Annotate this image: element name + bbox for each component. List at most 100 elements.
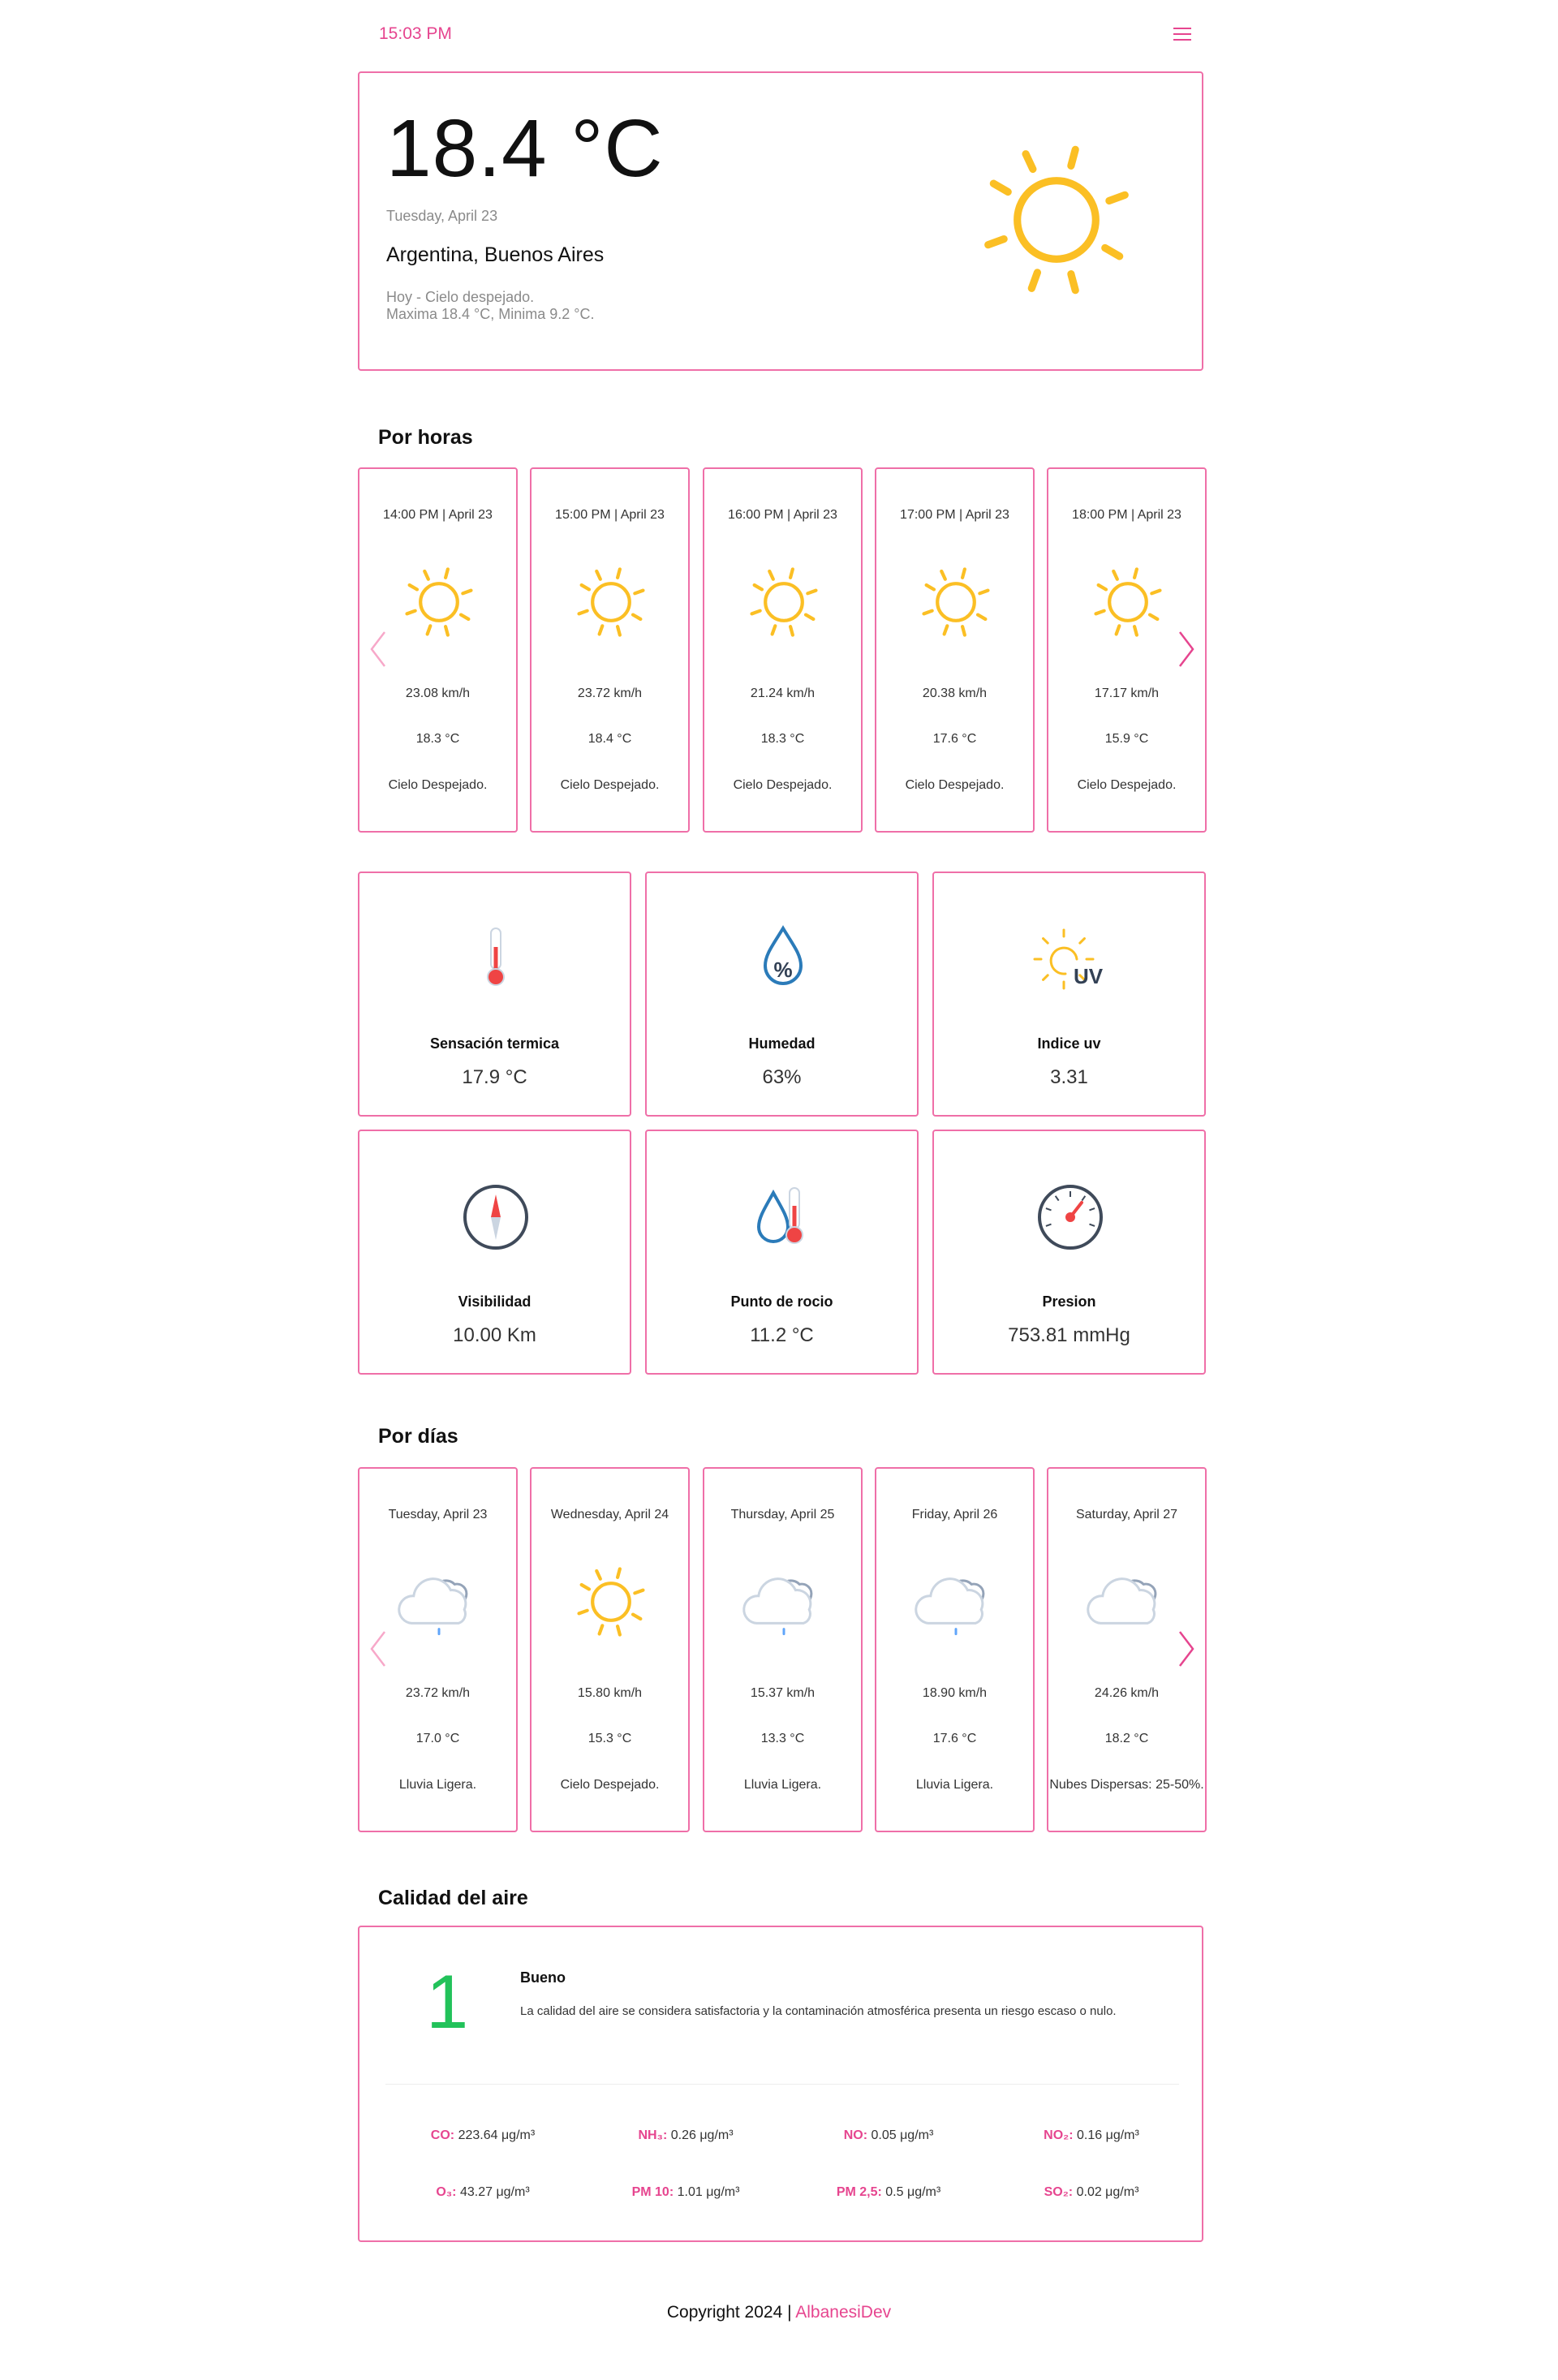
stat-card: Presion 753.81 mmHg [932, 1130, 1206, 1375]
pollutant-value: 223.64 μg/m³ [458, 2128, 536, 2142]
daily-label: Saturday, April 27 [1075, 1508, 1178, 1521]
daily-temp: 18.2 °C [1104, 1732, 1149, 1745]
sun-icon [577, 1567, 645, 1637]
current-time: 15:03 PM [379, 24, 452, 43]
daily-label: Tuesday, April 23 [388, 1508, 488, 1521]
stat-card: UV Indice uv 3.31 [932, 872, 1206, 1117]
rain-cloud-icon [742, 1577, 813, 1636]
hamburger-menu-icon[interactable] [1173, 28, 1191, 41]
pollutant-name: NH₃: [638, 2128, 668, 2142]
hourly-label: 17:00 PM | April 23 [900, 508, 1009, 522]
sun-icon [922, 567, 990, 637]
hourly-card: 16:00 PM | April 23 21.24 km/h 18.3 °C Ciel… [703, 467, 863, 833]
sun-icon [984, 145, 1129, 295]
daily-temp: 13.3 °C [760, 1732, 805, 1745]
daily-description: Lluvia Ligera. [743, 1778, 822, 1792]
daily-prev-arrow[interactable] [367, 1629, 391, 1669]
current-date: Tuesday, April 23 [386, 208, 498, 224]
daily-card: Thursday, April 25 15.37 km/h 13.3 °C Lluvi… [703, 1467, 863, 1832]
stat-card: Visibilidad 10.00 Km [358, 1130, 631, 1375]
current-summary: Hoy - Cielo despejado. [386, 289, 535, 305]
pollutant-value: 0.05 μg/m³ [871, 2128, 934, 2142]
hourly-description: Cielo Despejado. [905, 778, 1005, 792]
daily-wind: 18.90 km/h [922, 1686, 988, 1700]
daily-next-arrow[interactable] [1173, 1629, 1198, 1669]
hourly-label: 15:00 PM | April 23 [555, 508, 665, 522]
aqi-index: 1 [426, 1959, 469, 2044]
hourly-wind: 23.72 km/h [577, 686, 643, 700]
hourly-prev-arrow[interactable] [367, 629, 391, 669]
hourly-label: 16:00 PM | April 23 [728, 508, 837, 522]
stat-value: 3.31 [1050, 1066, 1088, 1088]
daily-temp: 15.3 °C [587, 1732, 632, 1745]
pollutant-value: 43.27 μg/m³ [459, 2185, 530, 2199]
rain-cloud-icon [398, 1577, 468, 1636]
pollutant-item: PM 10: 1.01 μg/m³ [588, 2185, 783, 2200]
hourly-wind: 23.08 km/h [405, 686, 471, 700]
sun-icon [1094, 567, 1162, 637]
barometer-icon [1038, 1185, 1103, 1250]
hourly-description: Cielo Despejado. [560, 778, 660, 792]
hourly-next-arrow[interactable] [1173, 629, 1198, 669]
pollutant-item: PM 2,5: 0.5 μg/m³ [791, 2185, 986, 2200]
sun-icon [405, 567, 473, 637]
pollutant-value: 1.01 μg/m³ [677, 2185, 740, 2199]
pollutant-value: 0.02 μg/m³ [1076, 2185, 1139, 2199]
pollutant-name: NO₂: [1044, 2128, 1074, 2142]
svg-text:%: % [773, 958, 792, 982]
air-section-title: Calidad del aire [378, 1887, 528, 1909]
hourly-wind: 17.17 km/h [1094, 686, 1160, 700]
pollutant-item: O₃: 43.27 μg/m³ [385, 2185, 580, 2200]
daily-description: Cielo Despejado. [560, 1778, 660, 1792]
humidity-drop-icon: % [763, 925, 803, 985]
pollutant-name: PM 10: [631, 2185, 674, 2199]
stat-title: Punto de rocio [730, 1293, 833, 1310]
stat-card: Sensación termica 17.9 °C [358, 872, 631, 1117]
stat-value: 11.2 °C [750, 1324, 814, 1346]
pollutant-value: 0.26 μg/m³ [670, 2128, 734, 2142]
daily-card: Friday, April 26 18.90 km/h 17.6 °C Lluvia … [875, 1467, 1035, 1832]
daily-wind: 24.26 km/h [1094, 1686, 1160, 1700]
current-min-max: Maxima 18.4 °C, Minima 9.2 °C. [386, 306, 595, 322]
hourly-wind: 20.38 km/h [922, 686, 988, 700]
daily-label: Friday, April 26 [911, 1508, 998, 1521]
hourly-section-title: Por horas [378, 426, 473, 449]
pollutant-name: NO: [843, 2128, 868, 2142]
stat-value: 63% [762, 1066, 802, 1088]
pollutant-value: 0.16 μg/m³ [1077, 2128, 1139, 2142]
daily-temp: 17.6 °C [932, 1732, 977, 1745]
stat-card: Punto de rocio 11.2 °C [645, 1130, 919, 1375]
rain-cloud-icon [915, 1577, 985, 1636]
daily-description: Lluvia Ligera. [915, 1778, 994, 1792]
footer: Copyright 2024 | AlbanesiDev [0, 2303, 1558, 2322]
stat-title: Sensación termica [429, 1035, 560, 1052]
stat-title: Indice uv [1037, 1035, 1101, 1052]
pollutant-name: SO₂: [1044, 2185, 1074, 2199]
daily-label: Wednesday, April 24 [550, 1508, 669, 1521]
compass-icon [463, 1185, 528, 1250]
stat-title: Humedad [748, 1035, 816, 1052]
pollutant-item: NO: 0.05 μg/m³ [791, 2128, 986, 2143]
stat-value: 10.00 Km [453, 1324, 536, 1346]
uv-label: UV [1074, 964, 1104, 988]
stat-value: 753.81 mmHg [1008, 1324, 1130, 1346]
hourly-temp: 18.4 °C [587, 732, 632, 746]
daily-label: Thursday, April 25 [730, 1508, 835, 1521]
aqi-status: Bueno [520, 1969, 566, 1986]
daily-description: Nubes Dispersas: 25-50%. [1049, 1778, 1204, 1792]
cloud-icon [1087, 1577, 1157, 1625]
hourly-temp: 17.6 °C [932, 732, 977, 746]
current-location: Argentina, Buenos Aires [386, 243, 605, 266]
daily-temp: 17.0 °C [415, 1732, 460, 1745]
pollutant-name: O₃: [436, 2185, 457, 2199]
sun-icon [750, 567, 818, 637]
thermometer-icon [487, 927, 505, 986]
hourly-card: 17:00 PM | April 23 20.38 km/h 17.6 °C Ciel… [875, 467, 1035, 833]
stat-title: Visibilidad [458, 1293, 532, 1310]
author-link[interactable]: AlbanesiDev [795, 2303, 891, 2322]
stat-value: 17.9 °C [462, 1066, 527, 1088]
current-weather-card: 18.4 °C Tuesday, April 23 Argentina, Bue… [358, 71, 1203, 371]
pollutant-item: SO₂: 0.02 μg/m³ [994, 2185, 1189, 2200]
stat-card: % Humedad 63% [645, 872, 919, 1117]
hourly-description: Cielo Despejado. [1077, 778, 1177, 792]
